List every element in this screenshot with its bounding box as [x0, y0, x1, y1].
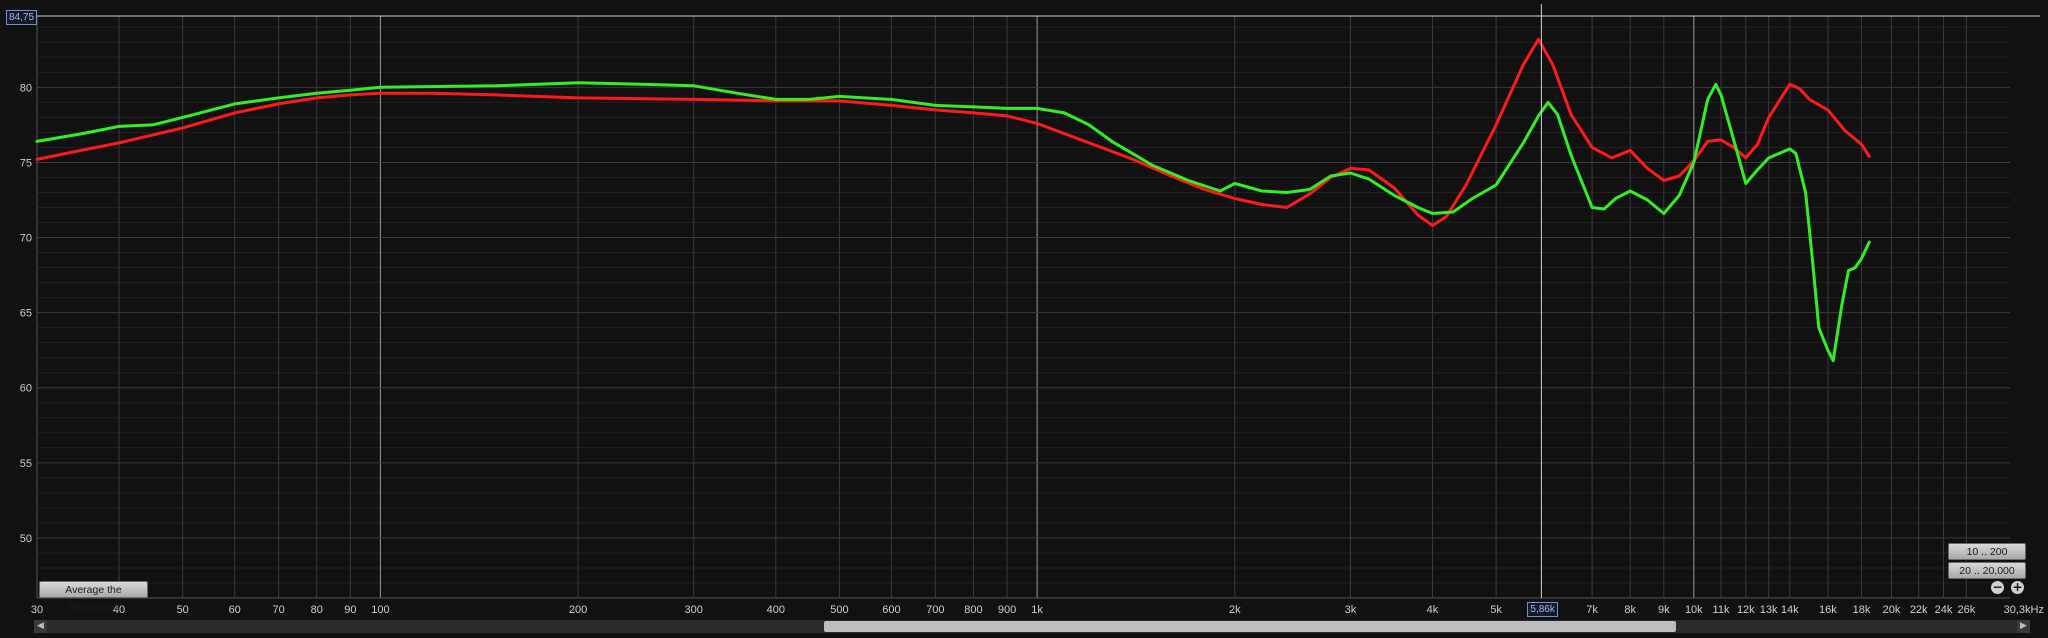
y-tick-label: 55 [20, 458, 32, 470]
y-tick-label: 50 [20, 533, 32, 545]
y-cursor-readout: 84,75 [6, 10, 38, 25]
range-10-200-button[interactable]: 10 .. 200 [1948, 543, 2026, 560]
x-tick-label: 30 [31, 604, 43, 616]
x-tick-label: 70 [273, 604, 285, 616]
x-tick-label: 700 [926, 604, 944, 616]
x-tick-label: 8k [1624, 604, 1636, 616]
x-tick-label: 9k [1658, 604, 1670, 616]
x-tick-label: 200 [569, 604, 587, 616]
x-tick-label: 900 [998, 604, 1016, 616]
y-tick-label: 60 [20, 383, 32, 395]
range-20-20000-button[interactable]: 20 .. 20,000 [1948, 562, 2026, 579]
x-tick-label: 80 [311, 604, 323, 616]
x-tick-label: 13k [1760, 604, 1778, 616]
x-tick-label: 5k [1490, 604, 1502, 616]
x-tick-label: 20k [1883, 604, 1901, 616]
frequency-cursor-readout: 5,86k [1527, 602, 1558, 617]
x-tick-label: 400 [767, 604, 785, 616]
x-unit-label: 30,3kHz [2004, 604, 2044, 616]
x-tick-label: 50 [177, 604, 189, 616]
y-tick-label: 80 [20, 82, 32, 94]
x-tick-label: 3k [1345, 604, 1357, 616]
x-tick-label: 26k [1957, 604, 1975, 616]
frequency-response-chart[interactable]: 50556065707580 3040506070809010020030040… [0, 0, 2048, 638]
average-responses-button[interactable]: Average the Responses [39, 581, 148, 613]
x-tick-label: 800 [964, 604, 982, 616]
scroll-right-arrow-icon[interactable]: ▶ [2017, 620, 2030, 633]
x-tick-label: 18k [1853, 604, 1871, 616]
x-tick-label: 100 [371, 604, 389, 616]
x-tick-label: 4k [1427, 604, 1439, 616]
x-tick-label: 14k [1781, 604, 1799, 616]
horizontal-scrollbar[interactable]: ◀ ▶ [34, 620, 2030, 633]
x-tick-label: 24k [1935, 604, 1953, 616]
zoom-out-icon[interactable]: − [1991, 581, 2004, 594]
x-tick-label: 600 [882, 604, 900, 616]
x-tick-label: 11k [1713, 604, 1730, 616]
scroll-left-arrow-icon[interactable]: ◀ [34, 620, 47, 633]
y-tick-label: 70 [20, 233, 32, 245]
x-tick-label: 22k [1910, 604, 1928, 616]
x-tick-label: 12k [1737, 604, 1755, 616]
scrollbar-thumb[interactable] [824, 621, 1676, 632]
x-tick-label: 500 [830, 604, 848, 616]
x-tick-label: 10k [1685, 604, 1703, 616]
x-tick-label: 16k [1819, 604, 1837, 616]
x-tick-label: 2k [1229, 604, 1241, 616]
y-tick-label: 65 [20, 308, 32, 320]
y-tick-label: 75 [20, 157, 32, 169]
zoom-in-icon[interactable]: + [2011, 581, 2024, 594]
x-tick-label: 300 [685, 604, 703, 616]
x-tick-label: 90 [344, 604, 356, 616]
x-tick-label: 60 [229, 604, 241, 616]
x-tick-label: 7k [1586, 604, 1598, 616]
x-tick-label: 1k [1031, 604, 1043, 616]
